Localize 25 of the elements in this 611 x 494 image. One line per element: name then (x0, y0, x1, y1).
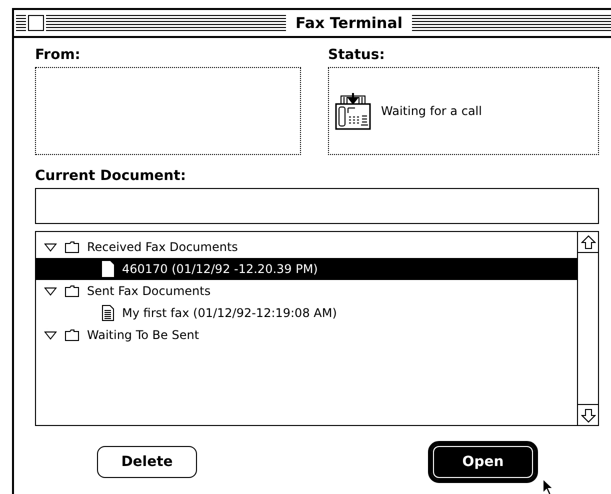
expanded-triangle-icon[interactable] (44, 330, 57, 340)
window-title: Fax Terminal (294, 14, 404, 32)
title-bar-stripes[interactable] (46, 15, 286, 31)
document-icon (102, 261, 114, 277)
folder-icon (65, 329, 79, 341)
title-bar-stripes[interactable] (16, 15, 26, 31)
current-document-field[interactable] (35, 188, 599, 224)
document-row[interactable]: 460170 (01/12/92 -12.20.39 PM) (36, 258, 577, 280)
current-document-label: Current Document: (35, 167, 186, 185)
expanded-triangle-icon[interactable] (44, 242, 57, 252)
status-text: Waiting for a call (381, 104, 482, 118)
from-label: From: (35, 46, 80, 64)
fax-machine-icon (335, 92, 371, 130)
folder-icon (65, 241, 79, 253)
expanded-triangle-icon[interactable] (44, 286, 57, 296)
down-arrow-icon (580, 408, 596, 422)
close-box[interactable] (28, 15, 44, 31)
status-label: Status: (328, 46, 385, 64)
up-arrow-icon (580, 234, 596, 250)
title-bar-stripes[interactable] (412, 15, 611, 31)
scroll-down-button[interactable] (578, 404, 598, 425)
text-document-icon (102, 305, 114, 321)
default-button[interactable]: Open (428, 441, 538, 483)
folder-icon (65, 285, 79, 297)
button[interactable]: Delete (97, 446, 197, 478)
